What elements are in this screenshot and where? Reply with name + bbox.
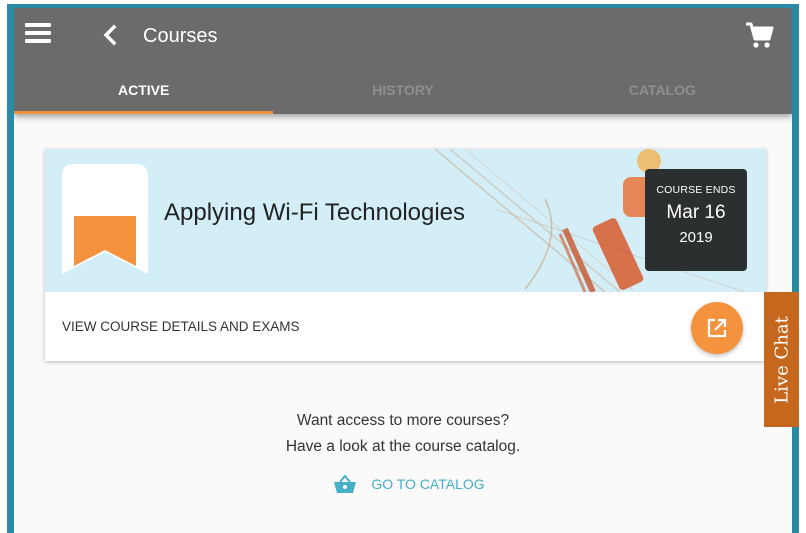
cart-icon[interactable] [744, 21, 774, 49]
app-viewport: Courses ACTIVE HISTORY CATALOG Applying … [14, 8, 792, 533]
open-external-icon [707, 318, 727, 338]
course-end-badge: COURSE ENDS Mar 16 2019 [645, 169, 747, 271]
promo-line-1: Want access to more courses? [296, 412, 510, 429]
promo-line-2: Have a look at the course catalog. [285, 438, 521, 455]
view-course-details-link[interactable]: VIEW COURSE DETAILS AND EXAMS [45, 292, 766, 361]
bookmark-icon [62, 164, 148, 274]
tab-history[interactable]: HISTORY [273, 64, 532, 114]
basket-icon [334, 474, 357, 493]
catalog-promo: Want access to more courses? Have a look… [14, 408, 792, 460]
app-header: Courses ACTIVE HISTORY CATALOG [14, 8, 792, 114]
course-banner: Applying Wi-Fi Technologies COURSE ENDS … [45, 149, 766, 292]
view-course-details-label: VIEW COURSE DETAILS AND EXAMS [62, 319, 300, 334]
open-course-button[interactable] [691, 302, 743, 354]
live-chat-button[interactable]: Live Chat [764, 292, 799, 427]
page-title: Courses [143, 25, 218, 47]
tab-bar: ACTIVE HISTORY CATALOG [14, 64, 792, 114]
back-arrow-icon[interactable] [100, 24, 120, 46]
tab-catalog[interactable]: CATALOG [533, 64, 792, 114]
course-ends-label: COURSE ENDS [656, 184, 736, 196]
browser-frame: Courses ACTIVE HISTORY CATALOG Applying … [7, 4, 799, 533]
toolbar: Courses [14, 8, 792, 64]
course-card: Applying Wi-Fi Technologies COURSE ENDS … [45, 149, 766, 361]
menu-icon[interactable] [25, 23, 51, 43]
tab-active[interactable]: ACTIVE [14, 64, 274, 114]
live-chat-label: Live Chat [771, 315, 792, 404]
course-end-year: 2019 [679, 229, 713, 246]
go-to-catalog-label: GO TO CATALOG [371, 476, 485, 492]
go-to-catalog-link[interactable]: GO TO CATALOG [14, 474, 792, 499]
course-title: Applying Wi-Fi Technologies [164, 199, 466, 226]
course-end-date: Mar 16 [666, 202, 726, 223]
